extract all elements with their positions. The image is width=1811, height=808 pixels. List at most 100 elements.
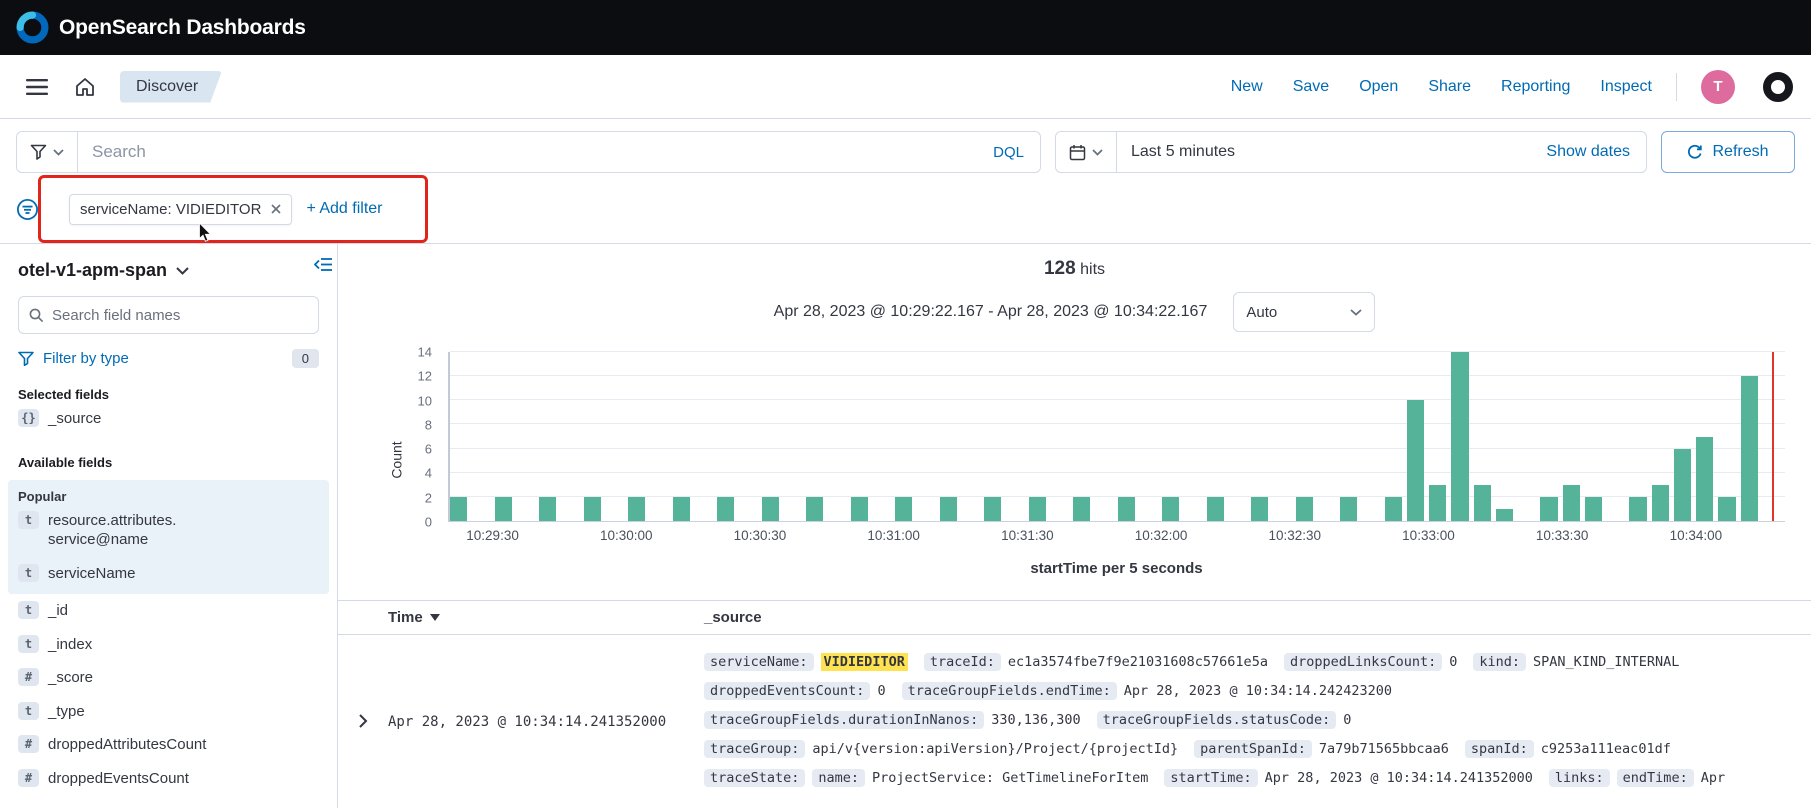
- histogram-bar[interactable]: [895, 497, 912, 521]
- histogram-bar[interactable]: [1585, 497, 1602, 521]
- field-name-label: serviceName: [48, 564, 136, 584]
- selected-fields-heading: Selected fields: [18, 387, 319, 402]
- nav-action-inspect[interactable]: Inspect: [1600, 78, 1652, 96]
- time-range-value[interactable]: Last 5 minutes: [1117, 143, 1546, 161]
- histogram-bar[interactable]: [1407, 400, 1424, 521]
- histogram-bar[interactable]: [717, 497, 734, 521]
- app-circle-icon[interactable]: [1763, 72, 1793, 102]
- histogram-bar[interactable]: [450, 497, 467, 521]
- histogram-bar[interactable]: [1496, 509, 1513, 521]
- histogram-bar[interactable]: [1251, 497, 1268, 521]
- histogram-bar[interactable]: [940, 497, 957, 521]
- histogram-bar[interactable]: [1674, 449, 1691, 521]
- saved-filters-icon[interactable]: [16, 198, 39, 221]
- histogram-bar[interactable]: [984, 497, 1001, 521]
- refresh-button[interactable]: Refresh: [1661, 131, 1795, 173]
- histogram-bar[interactable]: [1029, 497, 1046, 521]
- nav-action-share[interactable]: Share: [1428, 78, 1471, 96]
- calendar-menu-button[interactable]: [1056, 132, 1117, 172]
- nav-actions: New Save Open Share Reporting Inspect: [1201, 78, 1652, 96]
- saved-query-menu-button[interactable]: [17, 132, 78, 172]
- y-tick-label: 2: [425, 490, 432, 505]
- histogram-bar[interactable]: [1696, 437, 1713, 522]
- histogram-bar[interactable]: [673, 497, 690, 521]
- field-item-_id[interactable]: t_id: [18, 594, 319, 628]
- show-dates-link[interactable]: Show dates: [1546, 143, 1646, 161]
- histogram-bar[interactable]: [1540, 497, 1557, 521]
- home-icon[interactable]: [66, 68, 104, 106]
- hits-label: hits: [1080, 261, 1105, 278]
- top-brand-bar: OpenSearch Dashboards: [0, 0, 1811, 55]
- field-type-badge: t: [18, 635, 39, 653]
- x-tick-label: 10:31:30: [1001, 528, 1054, 543]
- histogram-bar[interactable]: [1162, 497, 1179, 521]
- histogram-bar[interactable]: [1340, 497, 1357, 521]
- nav-action-save[interactable]: Save: [1293, 78, 1329, 96]
- nav-action-open[interactable]: Open: [1359, 78, 1398, 96]
- collapse-sidebar-icon[interactable]: [310, 252, 337, 280]
- source-field-key: spanId:: [1465, 740, 1534, 758]
- histogram-bar[interactable]: [1741, 376, 1758, 521]
- available-fields-heading: Available fields: [18, 455, 319, 470]
- histogram-bar[interactable]: [1652, 485, 1669, 521]
- x-tick-label: 10:30:00: [600, 528, 653, 543]
- histogram-plot: [448, 352, 1785, 522]
- histogram-bar[interactable]: [1429, 485, 1446, 521]
- histogram-bar[interactable]: [806, 497, 823, 521]
- breadcrumb-discover[interactable]: Discover: [120, 71, 222, 103]
- histogram-bar[interactable]: [495, 497, 512, 521]
- expand-row-icon[interactable]: [357, 652, 370, 793]
- histogram-bar[interactable]: [1207, 497, 1224, 521]
- refresh-label: Refresh: [1712, 143, 1768, 161]
- source-field-key: startTime:: [1164, 769, 1257, 787]
- field-search-input[interactable]: [52, 307, 308, 324]
- field-item-_index[interactable]: t_index: [18, 628, 319, 662]
- search-input[interactable]: [78, 142, 977, 162]
- nav-action-new[interactable]: New: [1231, 78, 1263, 96]
- selected-fields-list: {}_source: [18, 402, 319, 436]
- histogram-bar[interactable]: [539, 497, 556, 521]
- x-axis-title: startTime per 5 seconds: [448, 560, 1785, 577]
- source-field-key: name:: [812, 769, 865, 787]
- histogram-bar[interactable]: [851, 497, 868, 521]
- field-item-serviceName[interactable]: tserviceName: [18, 557, 319, 591]
- histogram-bar[interactable]: [1073, 497, 1090, 521]
- field-item-_score[interactable]: #_score: [18, 661, 319, 695]
- field-item-droppedEventsCount[interactable]: #droppedEventsCount: [18, 762, 319, 796]
- histogram-bar[interactable]: [1563, 485, 1580, 521]
- histogram-bar[interactable]: [1474, 485, 1491, 521]
- histogram-bar[interactable]: [584, 497, 601, 521]
- histogram-bar[interactable]: [628, 497, 645, 521]
- source-field-key: serviceName:: [704, 653, 814, 671]
- histogram-bar[interactable]: [1718, 497, 1735, 521]
- time-column-label: Time: [388, 609, 423, 626]
- filter-by-type-button[interactable]: Filter by type 0: [18, 349, 319, 368]
- avatar[interactable]: T: [1701, 70, 1735, 104]
- nav-action-reporting[interactable]: Reporting: [1501, 78, 1570, 96]
- field-name-label: droppedEventsCount: [48, 769, 189, 789]
- histogram-bar[interactable]: [1118, 497, 1135, 521]
- field-item-resource.attributes.service@name[interactable]: tresource.​attributes.​service@name: [18, 504, 319, 557]
- histogram-bar[interactable]: [1629, 497, 1646, 521]
- histogram-bar[interactable]: [1451, 352, 1468, 521]
- histogram-bar[interactable]: [1385, 497, 1402, 521]
- time-column-header[interactable]: Time: [388, 609, 704, 626]
- histogram-bar[interactable]: [1296, 497, 1313, 521]
- query-language-button[interactable]: DQL: [977, 144, 1040, 161]
- source-field-key: traceGroupFields.durationInNanos:: [704, 711, 984, 729]
- field-item-_source[interactable]: {}_source: [18, 402, 319, 436]
- interval-select[interactable]: Auto: [1233, 292, 1375, 332]
- source-field-key: links:: [1549, 769, 1610, 787]
- field-item-droppedAttributesCount[interactable]: #droppedAttributesCount: [18, 728, 319, 762]
- menu-hamburger-icon[interactable]: [18, 70, 56, 104]
- source-field-key: traceGroupFields.statusCode:: [1097, 711, 1337, 729]
- histogram-bar[interactable]: [762, 497, 779, 521]
- index-pattern-selector[interactable]: otel-v1-apm-span: [18, 260, 319, 281]
- filter-pill-servicename[interactable]: serviceName: VIDIEDITOR: [69, 194, 292, 225]
- remove-filter-icon[interactable]: [271, 204, 281, 214]
- y-tick-label: 6: [425, 442, 432, 457]
- source-field-key: droppedLinksCount:: [1284, 653, 1442, 671]
- add-filter-link[interactable]: + Add filter: [306, 200, 382, 218]
- field-item-_type[interactable]: t_type: [18, 695, 319, 729]
- chevron-down-icon: [1092, 149, 1103, 156]
